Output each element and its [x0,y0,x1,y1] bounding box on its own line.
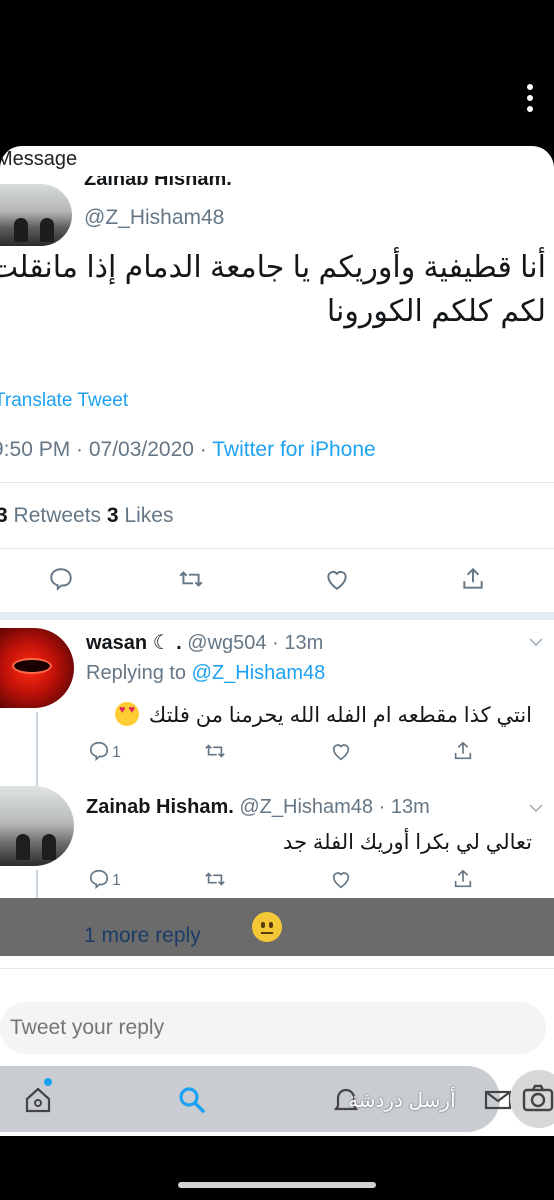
tweet-time: 9:50 PM · 07/03/2020 · [0,438,213,461]
replying-handle-link[interactable]: @Z_Hisham48 [192,662,326,684]
tweet-text-line2: لكم كلكم الكورونا [326,295,546,328]
replying-to: Replying to @Z_Hisham48 [86,662,325,685]
divider [0,548,554,549]
reply-input[interactable] [0,1002,546,1054]
likes-label: Likes [118,504,174,527]
send-chat-label[interactable]: أرسل دردشة [348,1088,456,1113]
reply-avatar[interactable] [0,786,74,866]
tweet-stats[interactable]: 3 Retweets 3 Likes [0,504,173,528]
share-icon[interactable] [460,566,486,592]
like-icon[interactable] [330,740,352,762]
translate-tweet-link[interactable]: Translate Tweet [0,390,128,412]
reply-avatar[interactable] [0,628,74,708]
author-avatar[interactable] [0,184,72,246]
search-icon[interactable] [176,1084,208,1116]
reply-icon[interactable] [88,868,110,890]
share-icon[interactable] [452,740,474,762]
tweet-text: أنا قطيفية وأوريكم يا جامعة الدمام إذا م… [0,246,546,334]
share-icon[interactable] [452,868,474,890]
retweet-icon[interactable] [204,868,226,890]
tweet-source-link[interactable]: Twitter for iPhone [212,438,375,461]
reply-count: 1 [112,744,121,761]
reply-author-handle[interactable]: @Z_Hisham48 · 13m [234,796,429,818]
reply-count: 1 [112,872,121,889]
message-label: Message [0,148,78,170]
neutral-face-emoji [252,912,282,942]
retweets-label: Retweets [7,504,107,527]
retweet-icon[interactable] [178,566,204,592]
section-divider [0,612,554,620]
reply-text: انتي كذا مقطعه ام الفله الله يحرمنا من ف… [115,702,532,728]
reply-header: Zainab Hisham. @Z_Hisham48 · 13m [86,796,430,819]
retweets-count: 3 [0,504,8,527]
reply-icon[interactable] [48,566,74,592]
notification-dot [44,1078,52,1086]
reply-icon[interactable] [88,740,110,762]
divider [0,968,554,969]
divider [0,482,554,483]
reply-author-name[interactable]: wasan ☾ . [86,632,182,654]
like-icon[interactable] [330,868,352,890]
heart-eyes-emoji [115,702,140,726]
tweet-detail-card: Message Zainab Hisham. @Z_Hisham48 أنا ق… [0,146,554,1136]
home-indicator [178,1182,376,1188]
reply-author-handle[interactable]: @wg504 · 13m [182,632,323,654]
chevron-down-icon[interactable] [528,802,544,814]
chevron-down-icon[interactable] [528,636,544,648]
more-replies-link[interactable]: 1 more reply [84,924,201,948]
tweet-meta: 9:50 PM · 07/03/2020 · Twitter for iPhon… [0,438,376,462]
tweet-text-line1: أنا قطيفية وأوريكم يا جامعة الدمام إذا م… [0,251,546,284]
author-handle[interactable]: @Z_Hisham48 [84,206,224,230]
likes-count: 3 [106,504,119,527]
like-icon[interactable] [324,566,350,592]
home-icon[interactable] [22,1084,54,1116]
thread-line [36,712,38,786]
retweet-icon[interactable] [204,740,226,762]
author-name[interactable]: Zainab Hisham. [84,176,232,190]
reply-author-name[interactable]: Zainab Hisham. [86,796,234,818]
reply-text: تعالي لي بكرا أوريك الفلة جد [283,831,532,854]
replying-prefix: Replying to [86,662,192,684]
reply-text-content: انتي كذا مقطعه ام الفله الله يحرمنا من ف… [148,704,532,727]
camera-icon [522,1084,554,1112]
reply-header: wasan ☾ . @wg504 · 13m [86,630,323,655]
bottom-tab-bar: أرسل دردشة [0,1066,512,1132]
more-options-icon[interactable] [526,84,534,112]
reply-composer[interactable] [0,1002,546,1054]
